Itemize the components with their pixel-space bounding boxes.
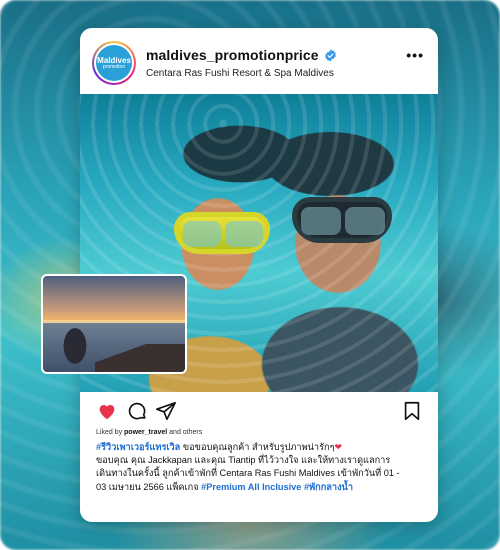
post-caption: #รีวิวเพาเวอร์แทรเวิล ขอขอบคุณลูกค้า สำห… [96,442,400,492]
yellow-snorkel-mask [174,212,270,254]
comment-icon[interactable] [126,400,148,422]
username[interactable]: maldives_promotionprice [146,47,337,63]
black-snorkel-mask [292,197,392,243]
more-options-icon[interactable]: ••• [406,47,424,63]
post-actions [80,392,438,430]
bookmark-icon[interactable] [401,400,423,422]
post-location[interactable]: Centara Ras Fushi Resort & Spa Maldives [146,68,334,79]
heart-emoji: ❤ [334,442,343,452]
share-icon[interactable] [155,400,177,422]
liked-by-user[interactable]: power_travel [124,429,167,436]
hashtag[interactable]: #Premium All Inclusive [201,482,301,492]
verified-badge-icon [324,49,336,61]
avatar[interactable]: Maldives promotion [92,41,136,85]
hashtag[interactable]: #รีวิวเพาเวอร์แทรเวิล [96,442,180,452]
liked-by-text: Liked by power_travel and others [96,429,203,436]
hashtag[interactable]: #พักกลางน้ำ [304,482,353,492]
heart-icon[interactable] [96,400,118,422]
sunset-inset-photo [41,274,187,374]
brand-logo: Maldives promotion [96,45,132,81]
post-header: Maldives promotion maldives_promotionpri… [80,28,438,94]
